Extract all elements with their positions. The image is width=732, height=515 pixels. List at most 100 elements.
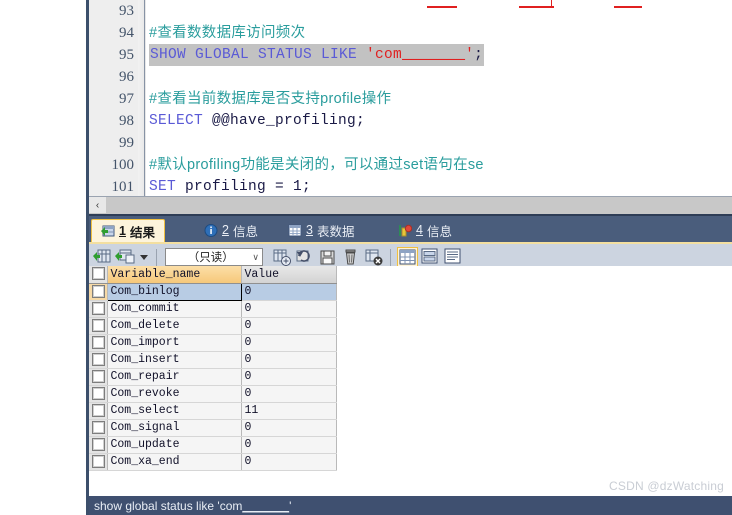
row-select-cell[interactable] <box>89 453 108 471</box>
cell-variable-name[interactable]: Com_select <box>107 402 242 420</box>
cell-variable-name[interactable]: Com_revoke <box>107 385 242 403</box>
code-line[interactable]: 98 SELECT @@have_profiling; <box>89 110 732 132</box>
column-header-variable-name[interactable]: Variable_name <box>107 266 242 284</box>
cell-variable-name[interactable]: Com_update <box>107 436 242 454</box>
code-token: 'com <box>366 47 403 63</box>
code-lines[interactable]: 93 94 #查看数数据库访问频次 95 SHOW GLOBAL STATUS LIKE… <box>89 0 732 196</box>
row-checkbox[interactable] <box>92 420 105 434</box>
code-line[interactable]: 95 SHOW GLOBAL STATUS LIKE 'com_______'; <box>89 44 732 66</box>
cell-value[interactable]: 11 <box>241 402 337 420</box>
save-record-button[interactable] <box>317 247 338 267</box>
code-text[interactable]: #默认profiling功能是关闭的，可以通过set语句在se <box>149 154 484 177</box>
row-checkbox[interactable] <box>92 301 105 315</box>
code-line[interactable]: 101 SET profiling = 1; <box>89 176 732 196</box>
cell-value[interactable]: 0 <box>241 419 337 437</box>
code-text[interactable]: SHOW GLOBAL STATUS LIKE 'com_______'; <box>149 44 485 66</box>
code-text[interactable]: #查看当前数据库是否支持profile操作 <box>149 88 391 111</box>
result-tab-2[interactable]: 2 信息 <box>195 218 267 242</box>
cell-variable-name[interactable]: Com_binlog <box>106 282 242 301</box>
result-tab-1[interactable]: 1 结果 <box>91 219 165 242</box>
insert-record-button[interactable] <box>92 247 113 267</box>
table-row[interactable]: Com_revoke 0 <box>89 385 337 403</box>
cell-variable-name[interactable]: Com_insert <box>107 351 242 369</box>
row-checkbox[interactable] <box>92 284 105 298</box>
cell-variable-name[interactable]: Com_signal <box>107 419 242 437</box>
table-row[interactable]: Com_signal 0 <box>89 419 337 437</box>
cell-variable-name[interactable]: Com_commit <box>107 300 242 318</box>
result-grid[interactable]: Variable_name Value Com_binlog 0 Com_commi… <box>89 266 337 471</box>
table-row[interactable]: Com_xa_end 0 <box>89 453 337 471</box>
edit-mode-select[interactable]: （只读） ∨ <box>165 248 263 266</box>
refresh-record-button[interactable] <box>294 247 315 267</box>
row-checkbox[interactable] <box>92 386 105 400</box>
code-line[interactable]: 96 <box>89 66 732 88</box>
column-header-value[interactable]: Value <box>241 266 337 284</box>
row-select-cell[interactable] <box>89 419 108 437</box>
row-checkbox[interactable] <box>92 352 105 366</box>
grid-view-button[interactable] <box>397 247 418 267</box>
select-all-cell[interactable] <box>89 266 108 284</box>
result-tab-bar[interactable]: 1 结果 2 信息 3 表数据 4 信息 <box>89 214 732 242</box>
code-line[interactable]: 93 <box>89 0 732 22</box>
row-select-cell[interactable] <box>89 283 108 301</box>
table-row[interactable]: Com_repair 0 <box>89 368 337 386</box>
cell-value[interactable]: 0 <box>241 300 337 318</box>
form-view-button[interactable] <box>420 247 441 267</box>
cell-variable-name[interactable]: Com_repair <box>107 368 242 386</box>
duplicate-record-button[interactable] <box>115 247 136 267</box>
code-line[interactable]: 100 #默认profiling功能是关闭的，可以通过set语句在se <box>89 154 732 176</box>
code-text[interactable]: #查看数数据库访问频次 <box>149 22 305 45</box>
cell-variable-name[interactable]: Com_delete <box>107 317 242 335</box>
scroll-left-arrow-icon[interactable]: ‹ <box>89 197 106 213</box>
sql-editor-pane[interactable]: 93 94 #查看数数据库访问频次 95 SHOW GLOBAL STATUS LIKE… <box>89 0 732 196</box>
row-select-cell[interactable] <box>89 368 108 386</box>
table-row[interactable]: Com_commit 0 <box>89 300 337 318</box>
row-select-cell[interactable] <box>89 334 108 352</box>
cell-variable-name[interactable]: Com_import <box>107 334 242 352</box>
cell-value[interactable]: 0 <box>241 351 337 369</box>
row-select-cell[interactable] <box>89 351 108 369</box>
code-text[interactable]: SELECT @@have_profiling; <box>149 110 365 132</box>
cell-value[interactable]: 0 <box>241 368 337 386</box>
row-checkbox[interactable] <box>92 403 105 417</box>
cell-variable-name[interactable]: Com_xa_end <box>107 453 242 471</box>
select-all-checkbox[interactable] <box>92 267 105 281</box>
row-select-cell[interactable] <box>89 317 108 335</box>
row-select-cell[interactable] <box>89 402 108 420</box>
row-checkbox[interactable] <box>92 369 105 383</box>
result-grid-container[interactable]: Variable_name Value Com_binlog 0 Com_commi… <box>89 266 732 496</box>
row-select-cell[interactable] <box>89 436 108 454</box>
row-checkbox[interactable] <box>92 454 105 468</box>
code-line[interactable]: 99 <box>89 132 732 154</box>
cell-value[interactable]: 0 <box>241 385 337 403</box>
watermark-text: CSDN @dzWatching <box>609 479 724 493</box>
table-row[interactable]: Com_insert 0 <box>89 351 337 369</box>
row-select-cell[interactable] <box>89 300 108 318</box>
add-record-button[interactable] <box>271 247 292 267</box>
code-text[interactable]: SET profiling = 1; <box>149 176 311 196</box>
code-line[interactable]: 94 #查看数数据库访问频次 <box>89 22 732 44</box>
row-checkbox[interactable] <box>92 437 105 451</box>
table-row[interactable]: Com_binlog 0 <box>89 282 337 301</box>
table-row[interactable]: Com_delete 0 <box>89 317 337 335</box>
row-select-cell[interactable] <box>89 385 108 403</box>
cell-value[interactable]: 0 <box>241 453 337 471</box>
code-line[interactable]: 97 #查看当前数据库是否支持profile操作 <box>89 88 732 110</box>
delete-record-button[interactable] <box>340 247 361 267</box>
table-row[interactable]: Com_update 0 <box>89 436 337 454</box>
table-row[interactable]: Com_import 0 <box>89 334 337 352</box>
editor-horizontal-scrollbar[interactable]: ‹ <box>89 196 732 214</box>
result-tab-4[interactable]: 4 信息 <box>389 218 461 242</box>
cell-value[interactable]: 0 <box>241 334 337 352</box>
cancel-record-button[interactable] <box>363 247 384 267</box>
row-checkbox[interactable] <box>92 335 105 349</box>
table-row[interactable]: Com_select 11 <box>89 402 337 420</box>
cell-value[interactable]: 0 <box>241 283 337 301</box>
result-tab-3[interactable]: 3 表数据 <box>279 218 363 242</box>
cell-value[interactable]: 0 <box>241 436 337 454</box>
record-dropdown-button[interactable] <box>138 247 150 267</box>
text-view-button[interactable] <box>443 247 464 267</box>
toolbar-separator-2 <box>390 248 391 266</box>
row-checkbox[interactable] <box>92 318 105 332</box>
cell-value[interactable]: 0 <box>241 317 337 335</box>
